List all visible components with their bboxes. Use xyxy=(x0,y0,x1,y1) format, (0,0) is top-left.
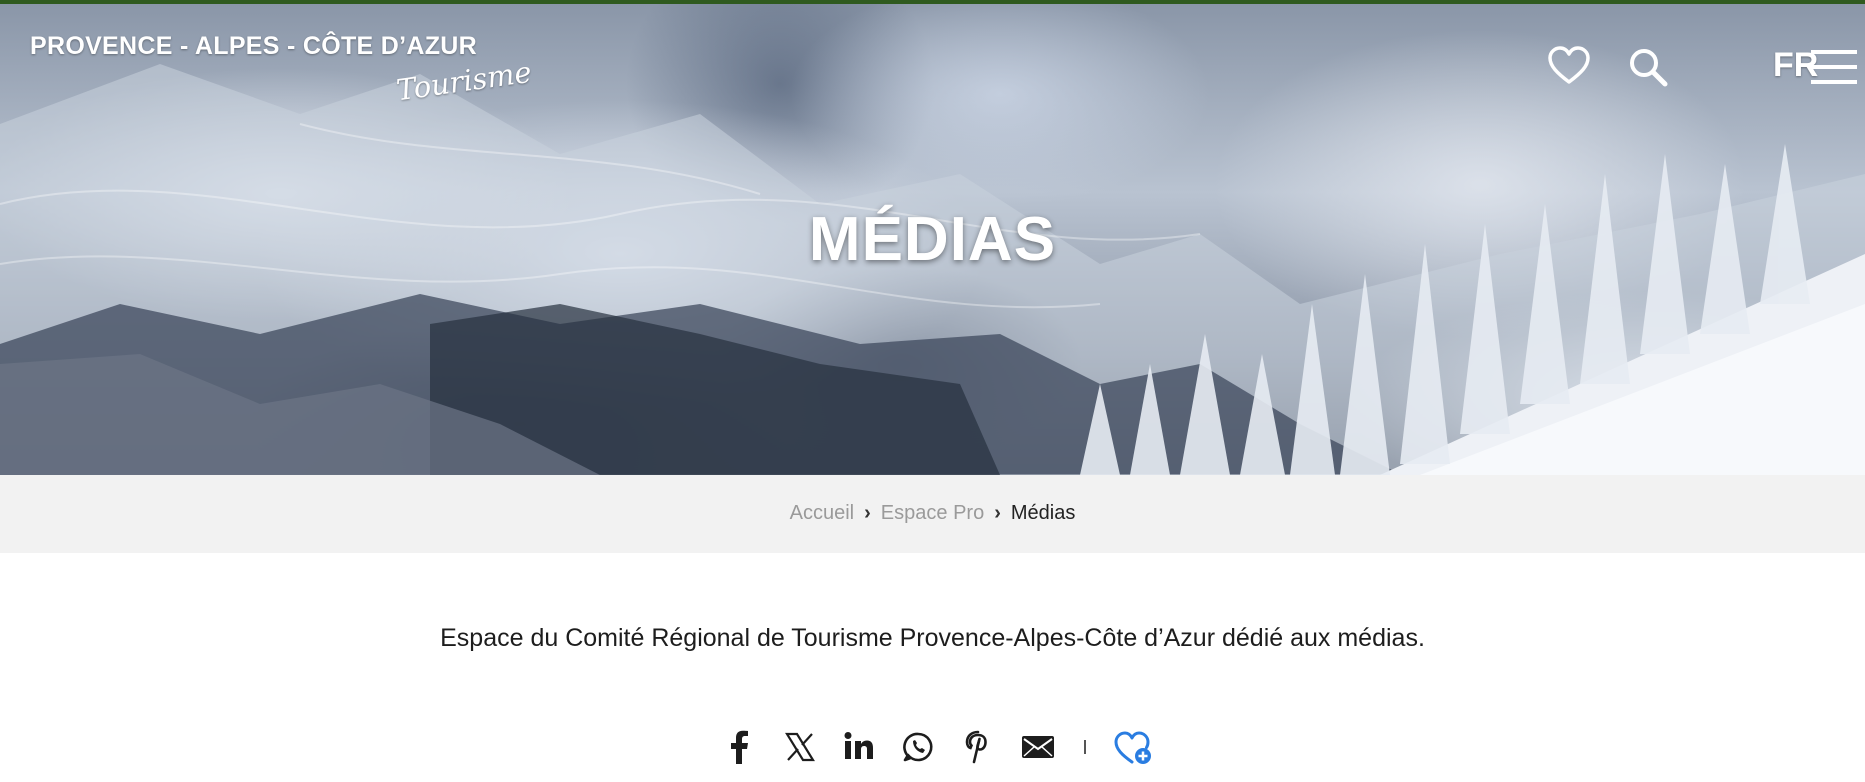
pinterest-icon[interactable] xyxy=(965,730,991,764)
search-icon[interactable] xyxy=(1627,46,1669,88)
share-divider xyxy=(1084,740,1086,754)
breadcrumb-item-espace-pro[interactable]: Espace Pro xyxy=(881,502,984,524)
site-logo-title[interactable]: PROVENCE - ALPES - CÔTE D’AZUR xyxy=(30,32,477,61)
email-icon[interactable] xyxy=(1022,736,1054,758)
breadcrumb-separator: › xyxy=(864,502,871,524)
favorite-add-icon[interactable] xyxy=(1113,730,1153,766)
menu-icon[interactable] xyxy=(1811,48,1857,86)
page-title: MÉDIAS xyxy=(808,205,1057,274)
breadcrumb-separator: › xyxy=(994,502,1001,524)
intro-text: Espace du Comité Régional de Tourisme Pr… xyxy=(440,624,1425,652)
share-bar xyxy=(720,726,1160,766)
facebook-icon[interactable] xyxy=(728,730,750,764)
header-actions: FR xyxy=(1465,42,1865,92)
breadcrumb-item-current: Médias xyxy=(1010,502,1076,524)
breadcrumb-bar: Accueil › Espace Pro › Médias xyxy=(0,475,1865,553)
x-icon[interactable] xyxy=(785,732,815,762)
linkedin-icon[interactable] xyxy=(844,732,874,760)
breadcrumb: Accueil › Espace Pro › Médias xyxy=(0,502,1865,525)
hero-banner: PROVENCE - ALPES - CÔTE D’AZUR Tourisme … xyxy=(0,4,1865,475)
whatsapp-icon[interactable] xyxy=(902,731,934,763)
breadcrumb-item-accueil[interactable]: Accueil xyxy=(790,502,854,524)
heart-icon[interactable] xyxy=(1547,46,1591,86)
